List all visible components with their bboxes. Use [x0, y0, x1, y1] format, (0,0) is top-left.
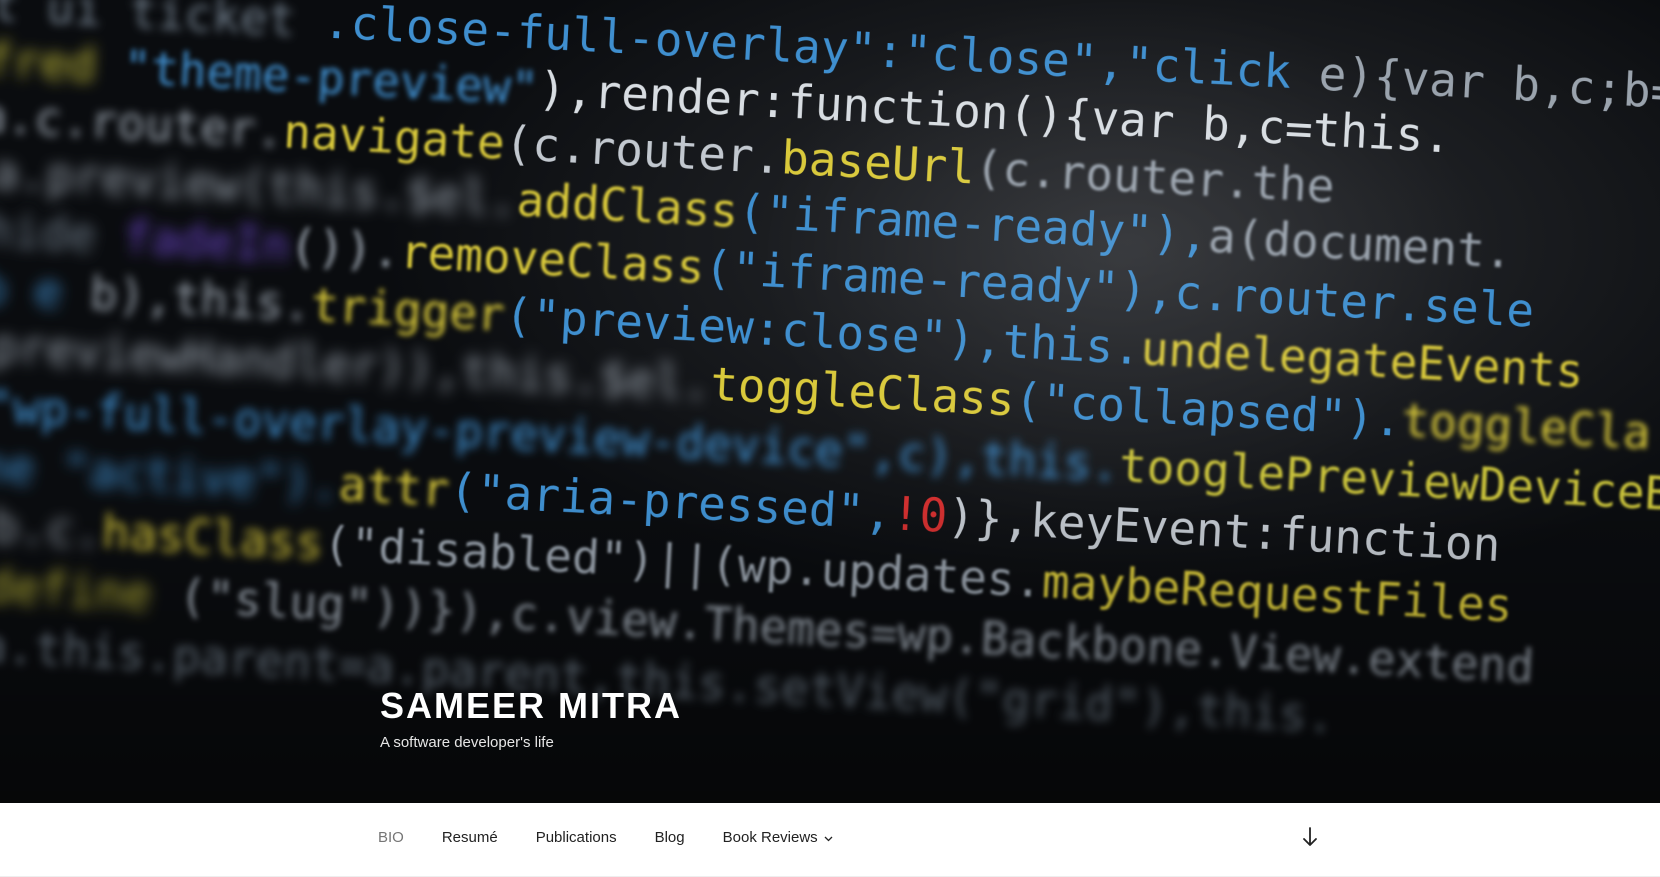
nav-item-label: Resumé: [441, 829, 498, 846]
nav-menu: BIO Resumé Publications Blog Book Review…: [378, 829, 871, 846]
main-navigation: BIO Resumé Publications Blog Book Review…: [0, 803, 1660, 877]
chevron-down-icon: [824, 829, 833, 846]
code-token: fred: [0, 33, 125, 94]
site-header: t ui ticket .close-full-overlay":"close"…: [0, 0, 1660, 803]
code-token: hide: [0, 203, 125, 264]
code-token: b e: [0, 260, 91, 320]
code-token: trigger: [310, 278, 506, 342]
code-token: fadeIn: [122, 210, 291, 273]
nav-item-label: BIO: [378, 829, 404, 846]
scroll-down-button[interactable]: [1296, 825, 1324, 853]
arrow-down-icon: [1302, 826, 1318, 852]
site-tagline: A software developer's life: [380, 734, 554, 751]
nav-item-label: Publications: [535, 829, 617, 846]
site-title[interactable]: SAMEER MITRA: [380, 686, 682, 726]
nav-item-blog[interactable]: Blog: [655, 829, 685, 846]
nav-item-label: Blog: [654, 829, 685, 846]
header-code-image: t ui ticket .close-full-overlay":"close"…: [0, 0, 1660, 803]
code-token: attr: [337, 457, 450, 517]
nav-item-bio[interactable]: BIO: [378, 829, 404, 846]
code-token: ()).: [288, 219, 401, 279]
nav-item-label: Book Reviews: [722, 829, 818, 846]
code-token: !0: [891, 486, 949, 543]
code-token: b.c.: [0, 499, 103, 559]
code-token: define: [0, 559, 180, 623]
nav-item-book-reviews[interactable]: Book Reviews: [723, 829, 833, 846]
nav-item-resume[interactable]: Resumé: [442, 829, 498, 846]
site-branding: SAMEER MITRA A software developer's life: [380, 686, 682, 752]
nav-item-publications[interactable]: Publications: [536, 829, 617, 846]
code-token: baseUrl: [780, 130, 976, 194]
